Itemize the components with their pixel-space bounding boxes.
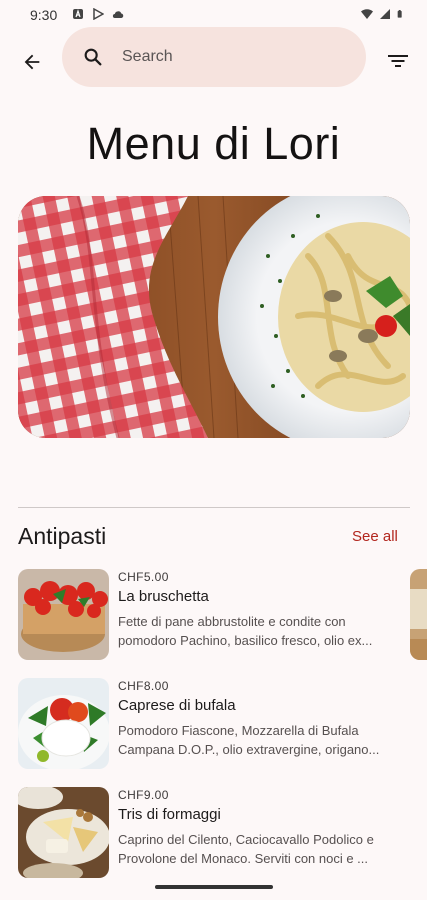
filter-button[interactable] xyxy=(384,48,412,74)
item-description: Pomodoro Fiascone, Mozzarella di Bufala … xyxy=(118,723,380,757)
battery-icon xyxy=(397,10,402,18)
item-price: CHF9.00 xyxy=(118,788,169,802)
search-icon xyxy=(84,48,102,66)
section-title: Antipasti xyxy=(18,523,107,549)
item-name: La bruschetta xyxy=(118,588,209,605)
signal-icon xyxy=(380,9,390,19)
item-name: Caprese di bufala xyxy=(118,697,236,714)
item-description: Fette di pane abbrustolite e condite con… xyxy=(118,614,373,648)
formaggi-image xyxy=(18,787,109,878)
item-name: Tris di formaggi xyxy=(118,806,221,823)
filter-icon xyxy=(388,55,408,67)
see-all-link[interactable]: See all xyxy=(352,528,398,545)
menu-item-formaggi[interactable]: CHF9.00 Tris di formaggi Caprino del Cil… xyxy=(18,786,398,878)
search-input[interactable] xyxy=(120,47,344,67)
bruschetta-image xyxy=(18,569,109,660)
play-store-icon xyxy=(93,8,104,20)
cloud-icon xyxy=(112,11,124,19)
item-description: Caprino del Cilento, Caciocavallo Podoli… xyxy=(118,832,374,866)
notification-a-icon xyxy=(73,9,83,19)
caprese-image xyxy=(18,678,109,769)
hero-image xyxy=(18,196,410,438)
status-left-icons xyxy=(72,8,124,20)
wifi-icon xyxy=(361,9,373,19)
next-card-preview[interactable] xyxy=(410,569,427,660)
menu-item-bruschetta[interactable]: CHF5.00 La bruschetta Fette di pane abbr… xyxy=(18,568,398,660)
menu-item-caprese[interactable]: CHF8.00 Caprese di bufala Pomodoro Fiasc… xyxy=(18,677,398,769)
status-bar: 9:30 xyxy=(0,0,427,30)
item-price: CHF8.00 xyxy=(118,679,169,693)
item-price: CHF5.00 xyxy=(118,570,169,584)
back-button[interactable] xyxy=(18,48,46,76)
gesture-nav-handle[interactable] xyxy=(155,885,273,889)
search-bar[interactable] xyxy=(62,27,366,87)
page-title: Menu di Lori xyxy=(86,118,341,169)
status-right-icons xyxy=(361,8,405,20)
status-time: 9:30 xyxy=(30,7,58,23)
section-divider xyxy=(18,507,410,508)
arrow-left-icon xyxy=(24,54,40,70)
